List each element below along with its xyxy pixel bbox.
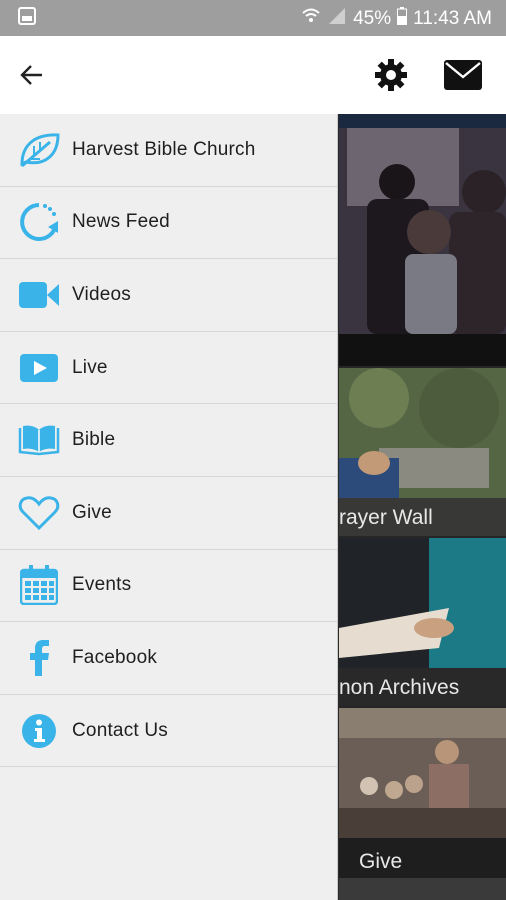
info-icon — [18, 710, 60, 752]
book-icon — [18, 419, 60, 461]
menu-item-events[interactable]: Events — [0, 550, 337, 623]
tile-prayer-wall[interactable]: rayer Wall — [339, 368, 506, 536]
envelope-icon — [444, 60, 482, 90]
menu-label: Facebook — [72, 646, 158, 668]
prayer-wall-label: rayer Wall — [339, 506, 433, 529]
menu-item-live[interactable]: Live — [0, 332, 337, 405]
sermon-archives-label: non Archives — [339, 676, 460, 699]
menu-label: Events — [72, 574, 132, 596]
give-tile-label: Give — [359, 850, 403, 873]
menu-label: Bible — [72, 429, 116, 451]
navigation-drawer: Harvest Bible Church News Feed Videos Li… — [0, 114, 338, 900]
menu-label: News Feed — [72, 211, 170, 233]
battery-icon — [397, 7, 408, 29]
menu-item-bible[interactable]: Bible — [0, 404, 337, 477]
leaf-icon — [18, 129, 60, 171]
gear-icon — [375, 59, 407, 91]
signal-icon — [327, 7, 347, 29]
arrow-left-icon — [20, 65, 42, 85]
menu-label: Contact Us — [72, 719, 168, 741]
status-bar: 45% 11:43 AM — [0, 0, 506, 36]
clock: 11:43 AM — [413, 7, 492, 29]
menu-item-contact-us[interactable]: Contact Us — [0, 695, 337, 768]
home-tiles: rayer Wall non Archives Give — [339, 114, 506, 900]
refresh-circle-icon — [18, 201, 60, 243]
tile-worship[interactable] — [339, 114, 506, 366]
menu-item-facebook[interactable]: Facebook — [0, 622, 337, 695]
menu-item-harvest-bible-church[interactable]: Harvest Bible Church — [0, 114, 337, 187]
app-bar — [0, 36, 506, 114]
video-camera-icon — [18, 274, 60, 316]
menu-item-videos[interactable]: Videos — [0, 259, 337, 332]
calendar-icon — [18, 564, 60, 606]
play-icon — [18, 347, 60, 389]
battery-percent: 45% — [353, 7, 392, 29]
tile-give[interactable]: Give — [339, 708, 506, 900]
menu-label: Give — [72, 501, 112, 523]
menu-label: Harvest Bible Church — [72, 138, 256, 160]
tile-sermon-archives[interactable]: non Archives — [339, 538, 506, 706]
back-button[interactable] — [18, 61, 46, 89]
mail-button[interactable] — [444, 60, 482, 90]
facebook-icon — [18, 637, 60, 679]
settings-button[interactable] — [374, 58, 408, 92]
image-notification-icon — [18, 6, 36, 30]
wifi-icon — [301, 7, 321, 29]
menu-item-give[interactable]: Give — [0, 477, 337, 550]
menu-label: Live — [72, 356, 108, 378]
heart-icon — [18, 492, 60, 534]
menu-item-news-feed[interactable]: News Feed — [0, 187, 337, 260]
menu-label: Videos — [72, 283, 131, 305]
worship-photo — [339, 114, 506, 366]
